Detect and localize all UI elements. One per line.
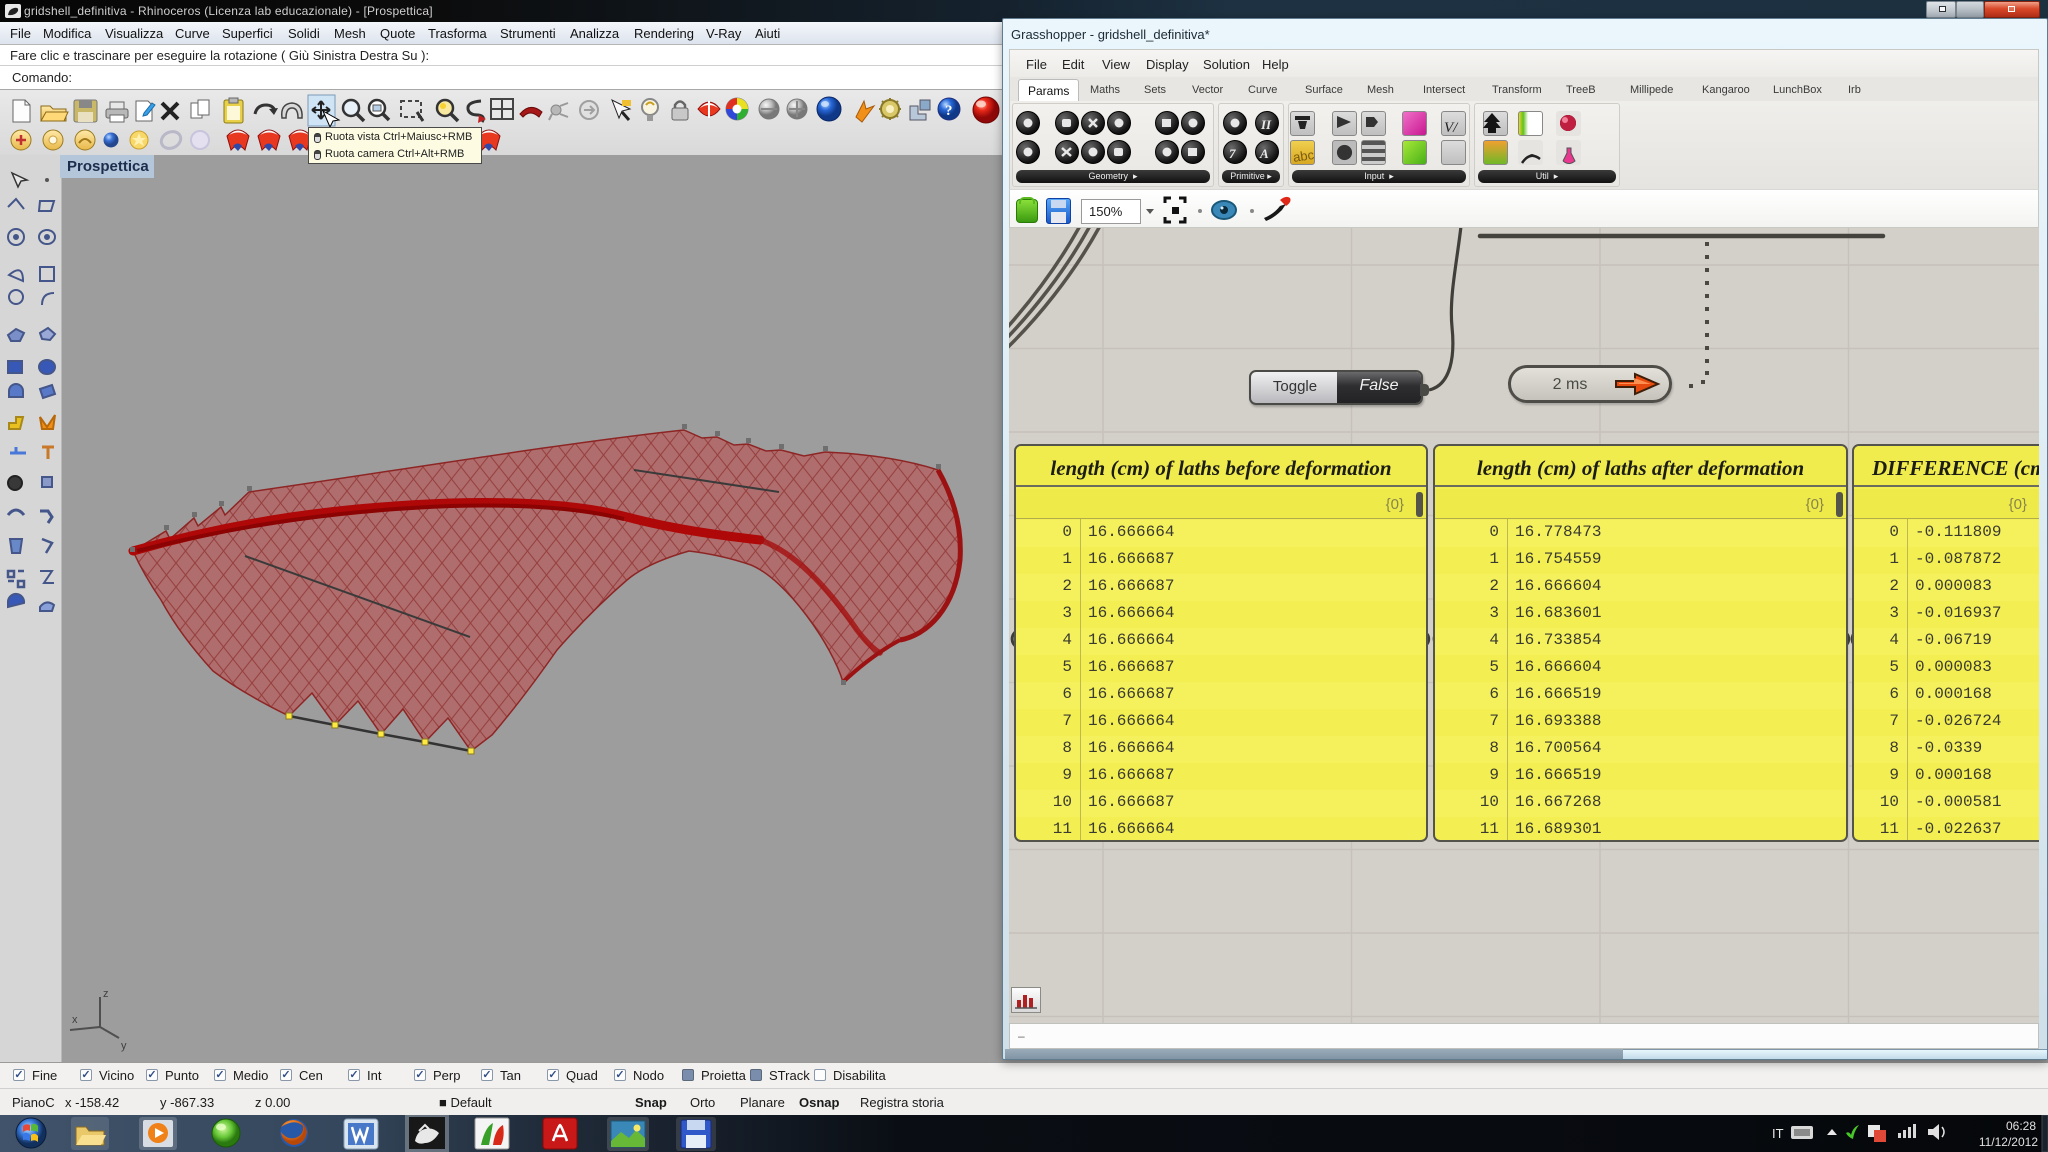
svg-text:abc: abc xyxy=(1292,147,1315,165)
svg-text:II: II xyxy=(1260,117,1272,132)
svg-text:x: x xyxy=(72,1014,78,1026)
svg-text:?: ? xyxy=(945,103,953,119)
svg-text:A: A xyxy=(1259,146,1269,161)
svg-text:7: 7 xyxy=(1229,146,1236,161)
svg-text:11/12/2012: 11/12/2012 xyxy=(1979,1135,2038,1149)
svg-text:V/: V/ xyxy=(1444,120,1459,136)
svg-text:IT: IT xyxy=(1772,1126,1784,1141)
svg-text:y: y xyxy=(121,1040,127,1052)
svg-text:06:28: 06:28 xyxy=(2006,1119,2036,1133)
svg-text:z: z xyxy=(103,988,109,1000)
